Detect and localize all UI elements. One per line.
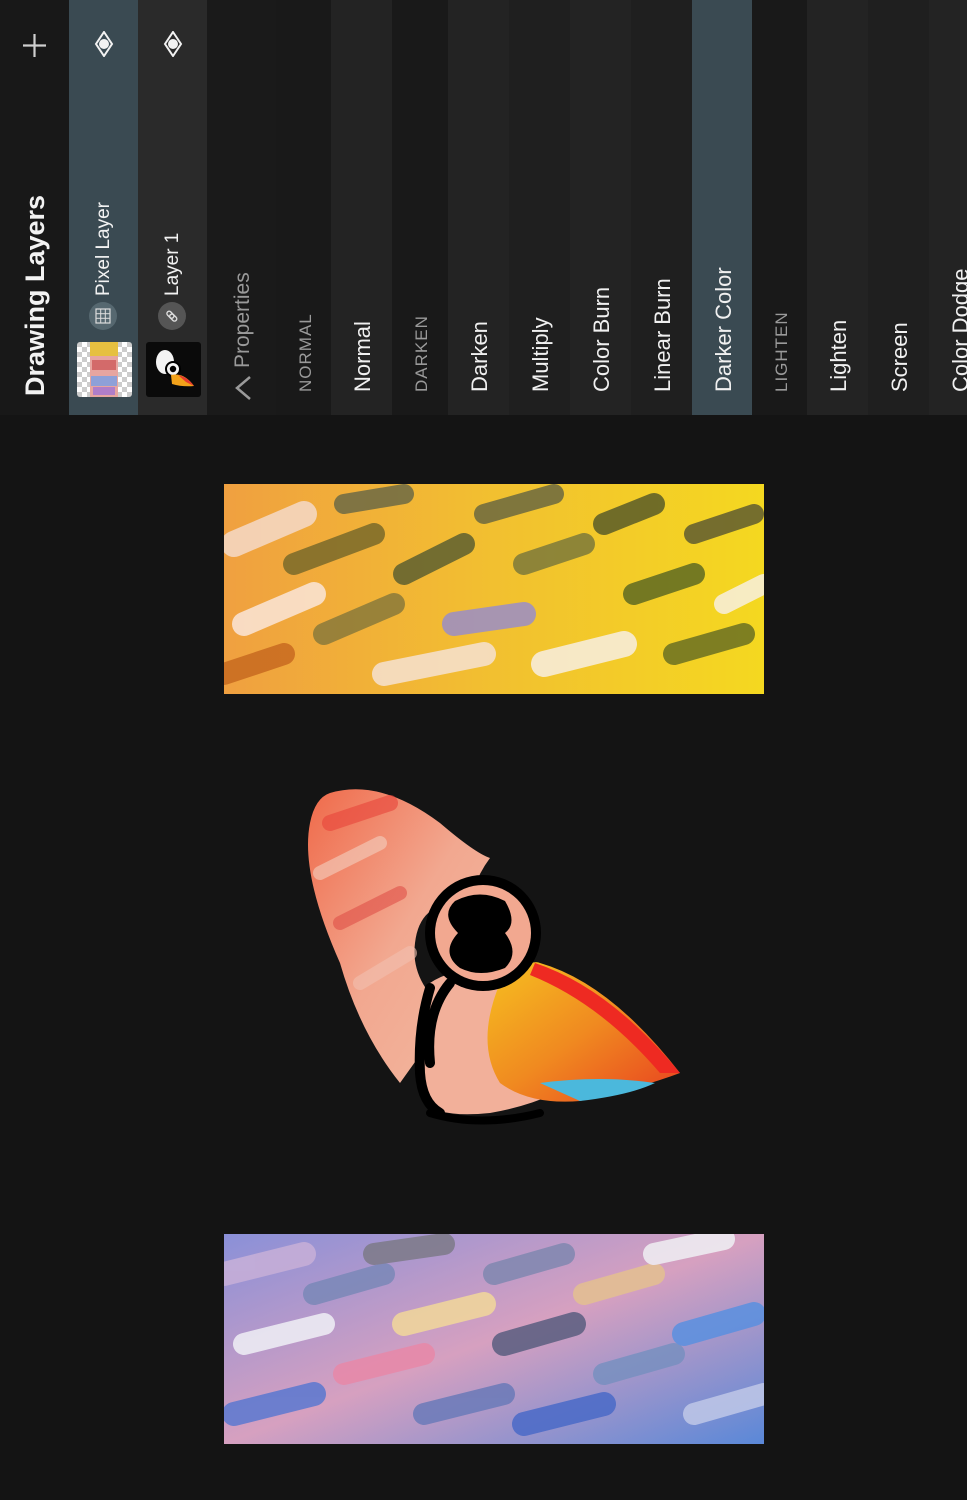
- blend-mode-label: Color Dodge: [948, 268, 967, 392]
- blend-mode-label: Multiply: [528, 317, 553, 392]
- panel-header-column: Drawing Layers: [0, 0, 69, 415]
- blend-mode-label: Darker Color: [711, 267, 736, 392]
- blend-section-lighten: LIGHTEN: [752, 0, 808, 415]
- layer-name: Layer 1: [162, 232, 183, 296]
- layer-item-layer-1[interactable]: Layer 1: [138, 0, 207, 415]
- blend-section-label: LIGHTEN: [772, 311, 791, 392]
- layer-thumbnail: [77, 342, 132, 397]
- bird-illustration: [308, 789, 680, 1125]
- blend-mode-label: Screen: [887, 322, 912, 392]
- layer-thumbnail: [146, 342, 201, 397]
- blend-mode-color-dodge[interactable]: Color Dodge: [929, 0, 967, 415]
- blend-section-darken: DARKEN: [392, 0, 449, 415]
- link-icon: [158, 302, 186, 330]
- blend-section-label: DARKEN: [412, 315, 431, 392]
- blend-mode-multiply[interactable]: Multiply: [509, 0, 571, 415]
- blend-mode-label: Normal: [350, 321, 375, 392]
- blend-mode-darker-color[interactable]: Darker Color: [692, 0, 753, 415]
- blend-mode-lighten[interactable]: Lighten: [807, 0, 869, 415]
- chevron-down-icon: [235, 376, 251, 400]
- blend-mode-label: Color Burn: [589, 286, 614, 392]
- blend-mode-label: Linear Burn: [650, 278, 675, 392]
- blend-mode-normal[interactable]: Normal: [331, 0, 393, 415]
- drawing-layers-panel: Drawing Layers Pixel Layer Layer 1 Prope…: [0, 0, 967, 415]
- blend-section-label: NORMAL: [296, 313, 315, 392]
- blend-mode-screen[interactable]: Screen: [868, 0, 930, 415]
- layer-name: Pixel Layer: [93, 202, 114, 296]
- blend-mode-linear-burn[interactable]: Linear Burn: [631, 0, 693, 415]
- grid-icon: [89, 302, 117, 330]
- properties-toggle[interactable]: Properties: [207, 0, 276, 415]
- blend-mode-label: Lighten: [826, 319, 851, 392]
- blend-mode-darken[interactable]: Darken: [448, 0, 510, 415]
- eye-icon[interactable]: [160, 31, 186, 57]
- layer-item-pixel-layer[interactable]: Pixel Layer: [69, 0, 138, 415]
- properties-label: Properties: [231, 272, 254, 368]
- drawing-canvas[interactable]: [0, 415, 967, 1500]
- eye-icon[interactable]: [91, 31, 117, 57]
- blend-mode-color-burn[interactable]: Color Burn: [570, 0, 632, 415]
- cool-texture-image: [224, 1234, 764, 1444]
- blend-mode-label: Darken: [467, 321, 492, 392]
- panel-title: Drawing Layers: [20, 194, 50, 396]
- blend-section-normal: NORMAL: [276, 0, 332, 415]
- plus-icon[interactable]: [21, 32, 48, 59]
- warm-texture-image: [224, 484, 764, 694]
